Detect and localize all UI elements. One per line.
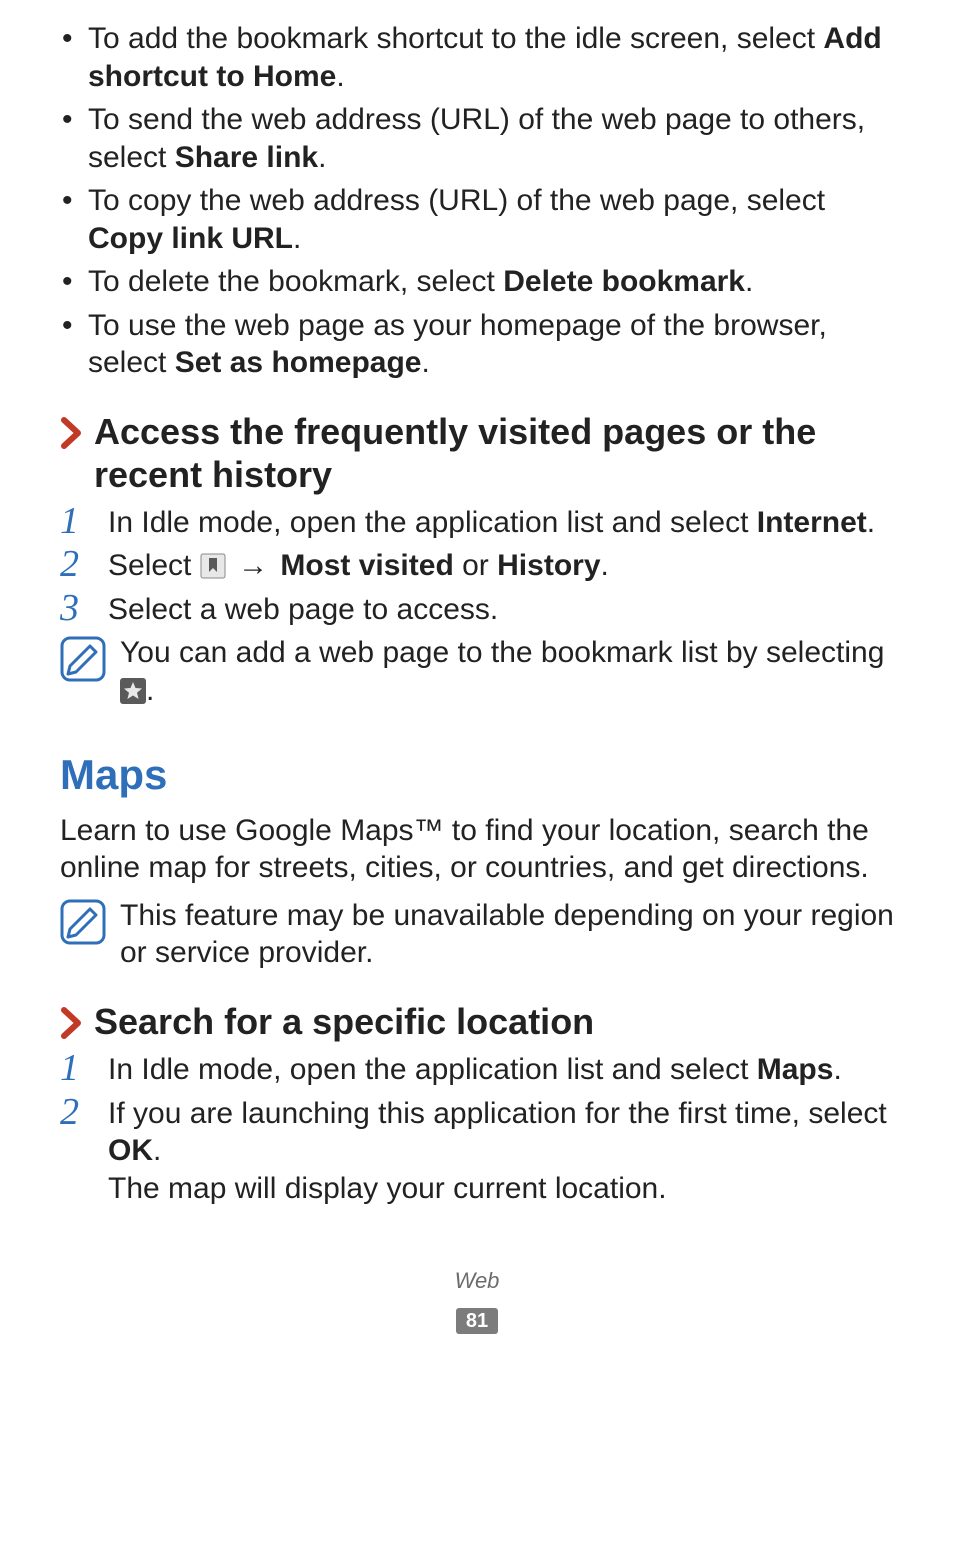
- step-text: Select: [108, 549, 200, 582]
- step-item: Select → Most visited or History.: [60, 547, 894, 585]
- step-text: In Idle mode, open the application list …: [108, 506, 757, 539]
- note-icon: [60, 636, 106, 682]
- step-post: .: [867, 506, 875, 539]
- step-bold: Maps: [757, 1053, 834, 1086]
- bullet-list: To add the bookmark shortcut to the idle…: [60, 20, 894, 382]
- step-post: .: [833, 1053, 841, 1086]
- bullet-bold: Share link: [175, 141, 318, 174]
- section-title: Access the frequently visited pages or t…: [94, 410, 894, 496]
- bookmark-tab-icon: [200, 553, 226, 579]
- step-extra: The map will display your current locati…: [108, 1170, 894, 1208]
- step-post: .: [601, 549, 609, 582]
- steps-list-search: In Idle mode, open the application list …: [60, 1051, 894, 1207]
- bullet-post: .: [745, 265, 753, 298]
- maps-intro: Learn to use Google Maps™ to find your l…: [60, 812, 894, 887]
- step-item: In Idle mode, open the application list …: [60, 1051, 894, 1089]
- footer-page-number: 81: [456, 1308, 498, 1334]
- bullet-item: To use the web page as your homepage of …: [60, 307, 894, 382]
- bullet-post: .: [421, 346, 429, 379]
- step-text: Select a web page to access.: [108, 593, 498, 626]
- bullet-text: To delete the bookmark, select: [88, 265, 503, 298]
- bullet-text: To add the bookmark shortcut to the idle…: [88, 22, 823, 55]
- bullet-item: To send the web address (URL) of the web…: [60, 101, 894, 176]
- steps-list-history: In Idle mode, open the application list …: [60, 504, 894, 629]
- step-post: .: [153, 1134, 161, 1167]
- chevron-right-icon: [60, 416, 82, 450]
- bullet-post: .: [336, 60, 344, 93]
- step-bold: OK: [108, 1134, 153, 1167]
- note-post: .: [146, 674, 154, 707]
- note-text: You can add a web page to the bookmark l…: [120, 634, 894, 709]
- step-item: In Idle mode, open the application list …: [60, 504, 894, 542]
- note-pre: You can add a web page to the bookmark l…: [120, 636, 884, 669]
- note-row: You can add a web page to the bookmark l…: [60, 634, 894, 709]
- step-item: If you are launching this application fo…: [60, 1095, 894, 1208]
- step-text: If you are launching this application fo…: [108, 1097, 887, 1130]
- star-icon: [120, 678, 146, 704]
- note-text: This feature may be unavailable dependin…: [120, 897, 894, 972]
- step-mid: or: [454, 549, 497, 582]
- bullet-item: To delete the bookmark, select Delete bo…: [60, 263, 894, 301]
- bullet-item: To add the bookmark shortcut to the idle…: [60, 20, 894, 95]
- note-row: This feature may be unavailable dependin…: [60, 897, 894, 972]
- bullet-post: .: [318, 141, 326, 174]
- step-item: Select a web page to access.: [60, 591, 894, 629]
- step-bold: Internet: [757, 506, 867, 539]
- bullet-item: To copy the web address (URL) of the web…: [60, 182, 894, 257]
- section-header-history: Access the frequently visited pages or t…: [60, 410, 894, 496]
- chevron-right-icon: [60, 1006, 82, 1040]
- footer-section-label: Web: [60, 1267, 894, 1295]
- step-bold: Most visited: [280, 549, 453, 582]
- bullet-text: To copy the web address (URL) of the web…: [88, 184, 825, 217]
- page-footer: Web 81: [60, 1267, 894, 1336]
- section-title: Search for a specific location: [94, 1000, 594, 1043]
- note-icon: [60, 899, 106, 945]
- bullet-bold: Set as homepage: [175, 346, 422, 379]
- section-header-search-location: Search for a specific location: [60, 1000, 894, 1043]
- bullet-post: .: [293, 222, 301, 255]
- bullet-bold: Delete bookmark: [503, 265, 745, 298]
- step-text: In Idle mode, open the application list …: [108, 1053, 757, 1086]
- arrow-right-icon: →: [238, 547, 268, 585]
- bullet-bold: Copy link URL: [88, 222, 293, 255]
- app-title-maps: Maps: [60, 749, 894, 802]
- step-bold: History: [497, 549, 600, 582]
